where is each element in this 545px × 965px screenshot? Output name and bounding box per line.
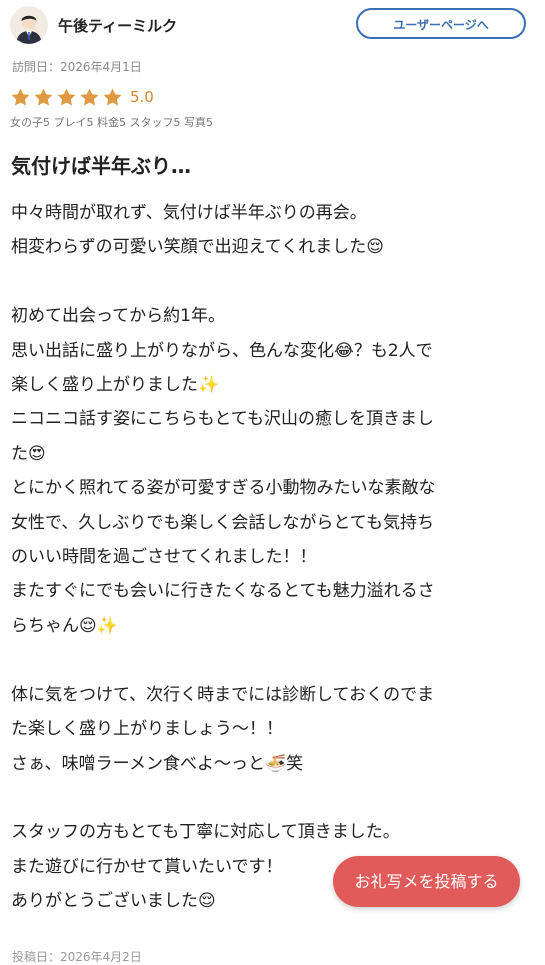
review-header: 午後ティーミルク ユーザーページへ xyxy=(10,6,530,44)
visit-date: 訪問日：2026年4月1日 xyxy=(12,60,142,74)
rating-score: 5.0 xyxy=(130,88,154,106)
posted-date: 投稿日：2026年4月2日 xyxy=(12,950,142,964)
star-icon xyxy=(57,88,76,105)
post-thank-you-photo-button[interactable]: お礼写メを投稿する xyxy=(333,856,520,907)
rating-stars: 5.0 xyxy=(10,86,154,108)
review-body: 中々時間が取れず、気付けば半年ぶりの再会。 相変わらずの可愛い笑顔で出迎えてくれ… xyxy=(11,203,436,912)
rating-breakdown: 女の子5 プレイ5 料金5 スタッフ5 写真5 xyxy=(10,116,213,129)
user-avatar-icon[interactable] xyxy=(10,6,48,44)
review-title: 気付けば半年ぶり… xyxy=(11,154,191,178)
username[interactable]: 午後ティーミルク xyxy=(58,15,177,36)
star-icon xyxy=(34,88,53,105)
star-icon xyxy=(80,88,99,105)
star-icon xyxy=(11,88,30,105)
user-page-button[interactable]: ユーザーページへ xyxy=(356,8,526,39)
star-icon xyxy=(103,88,122,105)
